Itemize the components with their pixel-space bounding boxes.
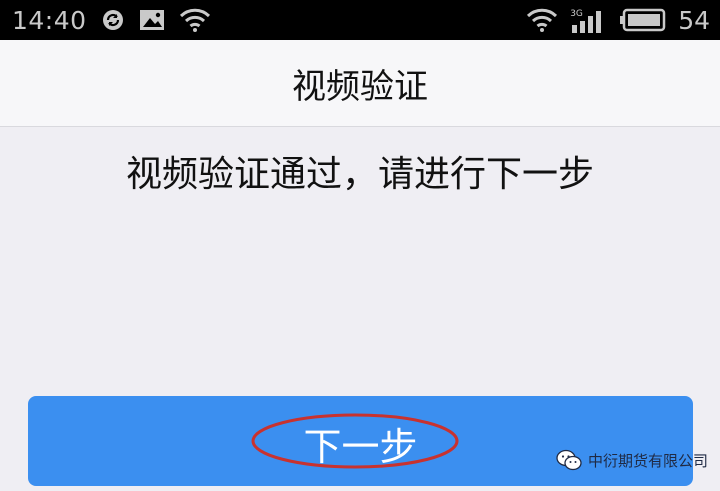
verification-message: 视频验证通过，请进行下一步	[125, 154, 594, 195]
signal-icon: 3G	[570, 5, 608, 35]
watermark: 中衍期货有限公司	[556, 447, 708, 473]
status-bar-left: 14:40	[12, 0, 211, 40]
image-notification-icon	[139, 9, 165, 31]
watermark-text: 中衍期货有限公司	[587, 451, 708, 470]
battery-icon	[620, 8, 666, 32]
status-bar-right: 3G 54	[526, 0, 710, 40]
battery-level: 54	[678, 5, 710, 35]
nav-bar: 视频验证	[0, 40, 720, 127]
status-time: 14:40	[12, 5, 87, 35]
screen: 14:40 3G 54 视频验证 视频验证通过，请进行下一步 下一步 中衍期货有…	[0, 0, 720, 491]
sync-icon	[101, 8, 125, 32]
wifi-icon	[526, 7, 558, 33]
status-bar: 14:40 3G 54	[0, 0, 720, 40]
wechat-icon	[556, 449, 582, 471]
page-title: 视频验证	[292, 66, 428, 107]
wifi-icon	[179, 7, 211, 33]
